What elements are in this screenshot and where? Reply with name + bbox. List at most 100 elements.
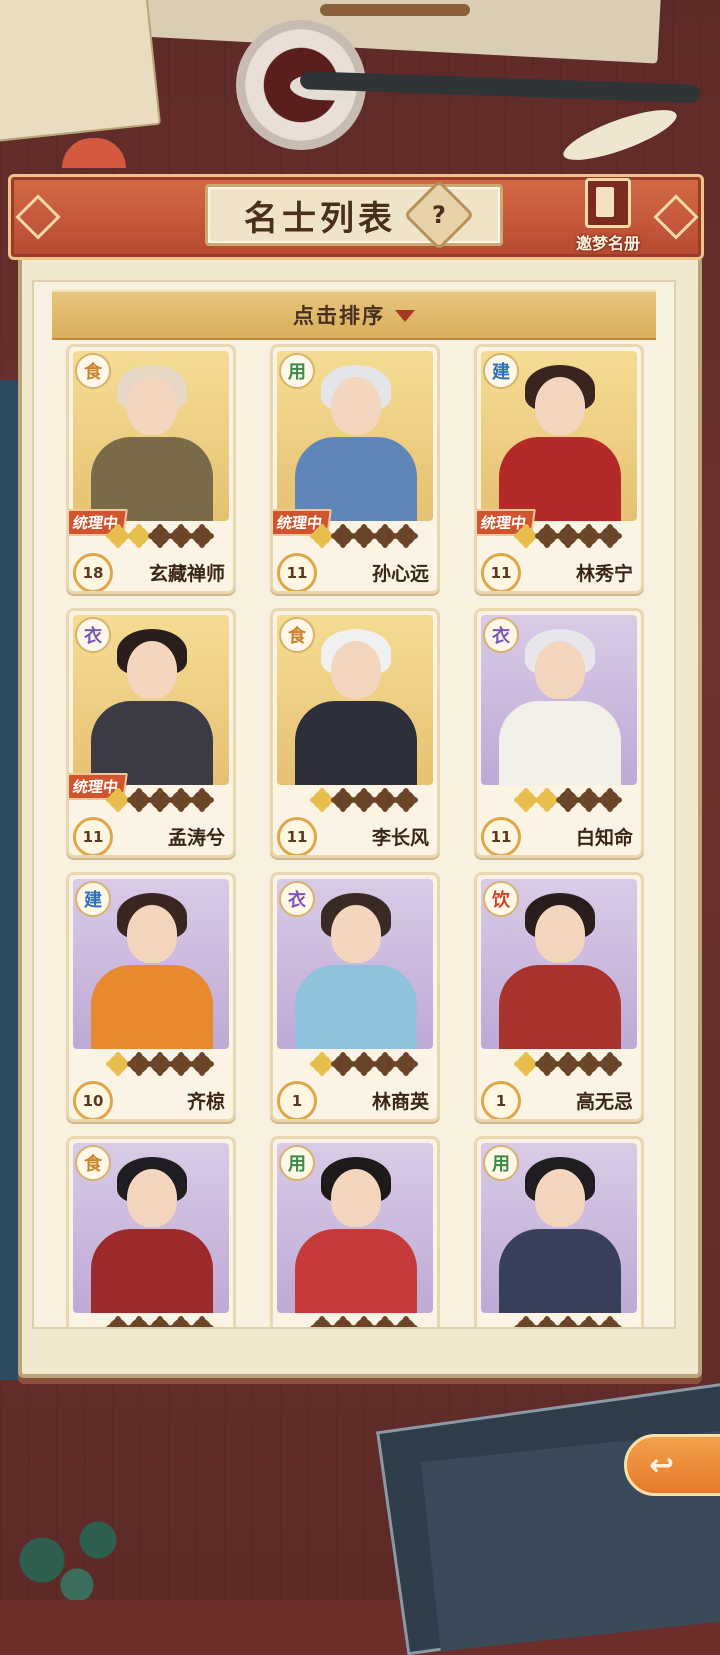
category-badge: 建 [483, 353, 519, 389]
scholar-card[interactable]: 建统理中 11 林秀宁 [474, 344, 644, 594]
scholar-card[interactable]: 用 [474, 1136, 644, 1327]
portrait-face [535, 905, 585, 963]
star-empty-icon [127, 1052, 151, 1076]
scholar-name: 孙心远 [371, 563, 429, 585]
portrait-face [127, 377, 177, 435]
scholar-card[interactable]: 食 11 李长风 [270, 608, 440, 858]
category-badge: 衣 [75, 617, 111, 653]
category-badge: 食 [279, 617, 315, 653]
star-rating [106, 1052, 214, 1076]
scholar-card[interactable]: 用统理中 11 孙心远 [270, 344, 440, 594]
star-empty-icon [169, 1316, 193, 1327]
star-empty-icon [106, 1316, 130, 1327]
back-button[interactable]: ↩ [624, 1434, 720, 1496]
star-empty-icon [352, 788, 376, 812]
star-empty-icon [577, 1316, 601, 1327]
scholar-card[interactable]: 饮 1 高无忌 [474, 872, 644, 1122]
scholar-name: 高无忌 [575, 1091, 633, 1113]
star-empty-icon [535, 1316, 559, 1327]
category-badge: 食 [75, 1145, 111, 1181]
portrait-robe [499, 965, 621, 1049]
portrait-face [127, 1169, 177, 1227]
sort-label: 点击排序 [293, 304, 385, 328]
star-empty-icon [190, 524, 214, 548]
category-badge: 用 [279, 353, 315, 389]
star-filled-icon [127, 524, 151, 548]
star-empty-icon [331, 788, 355, 812]
portrait-face [331, 641, 381, 699]
star-filled-icon [106, 524, 130, 548]
level-badge: 11 [277, 553, 317, 591]
caret-down-icon [395, 310, 415, 322]
scholar-card[interactable]: 衣 1 林商英 [270, 872, 440, 1122]
decor-brush-small [320, 4, 470, 16]
star-empty-icon [169, 788, 193, 812]
star-filled-icon [106, 1052, 130, 1076]
sort-button[interactable]: 点击排序 [52, 290, 656, 340]
scholar-card[interactable]: 衣 11 白知命 [474, 608, 644, 858]
dream-roster-button[interactable]: 邀梦名册 [572, 178, 644, 253]
category-badge: 衣 [279, 881, 315, 917]
star-empty-icon [598, 1052, 622, 1076]
scholar-card[interactable]: 用 [270, 1136, 440, 1327]
star-filled-icon [514, 524, 538, 548]
scholar-card[interactable]: 衣统理中 11 孟涛兮 [66, 608, 236, 858]
star-empty-icon [352, 524, 376, 548]
scholar-name: 玄藏禅师 [148, 563, 225, 585]
star-empty-icon [598, 1316, 622, 1327]
question-icon: ? [432, 200, 446, 229]
portrait-face [535, 641, 585, 699]
decor-book [0, 0, 162, 143]
star-empty-icon [598, 524, 622, 548]
star-empty-icon [598, 788, 622, 812]
star-empty-icon [394, 788, 418, 812]
star-empty-icon [556, 1316, 580, 1327]
star-filled-icon [514, 788, 538, 812]
portrait-robe [295, 1229, 417, 1313]
star-empty-icon [577, 788, 601, 812]
card-grid-area[interactable]: 食统理中 18 玄藏禅师用统理中 11 孙心远建统理中 11 林秀宁衣统理中 11 孟涛兮食 11… [32, 280, 676, 1329]
star-empty-icon [190, 1316, 214, 1327]
star-rating [310, 1052, 418, 1076]
star-empty-icon [331, 1052, 355, 1076]
star-empty-icon [556, 788, 580, 812]
star-empty-icon [169, 1052, 193, 1076]
decor-leaves [0, 1500, 140, 1600]
star-rating [310, 788, 418, 812]
category-badge: 用 [279, 1145, 315, 1181]
portrait-face [127, 641, 177, 699]
title-plate: 名士列表 ? [205, 179, 503, 251]
scholar-card[interactable]: 食统理中 18 玄藏禅师 [66, 344, 236, 594]
star-empty-icon [148, 788, 172, 812]
portrait-face [535, 1169, 585, 1227]
star-filled-icon [310, 524, 334, 548]
star-empty-icon [331, 524, 355, 548]
star-empty-icon [148, 1052, 172, 1076]
category-badge: 食 [75, 353, 111, 389]
portrait-face [535, 377, 585, 435]
star-empty-icon [514, 1316, 538, 1327]
level-badge: 11 [481, 817, 521, 855]
category-badge: 衣 [483, 617, 519, 653]
star-empty-icon [556, 524, 580, 548]
star-rating [514, 788, 622, 812]
star-filled-icon [535, 788, 559, 812]
portrait-face [331, 905, 381, 963]
star-rating [106, 1316, 214, 1327]
portrait-face [331, 377, 381, 435]
portrait-face [127, 905, 177, 963]
star-empty-icon [169, 524, 193, 548]
help-button[interactable]: ? [403, 179, 475, 251]
star-empty-icon [373, 1316, 397, 1327]
star-filled-icon [310, 788, 334, 812]
star-rating [514, 524, 622, 548]
scholar-card[interactable]: 食 [66, 1136, 236, 1327]
scholar-card[interactable]: 建 10 齐椋 [66, 872, 236, 1122]
dream-roster-label: 邀梦名册 [575, 234, 640, 253]
scholar-name: 齐椋 [186, 1091, 225, 1113]
star-filled-icon [310, 1052, 334, 1076]
level-badge: 1 [481, 1081, 521, 1119]
portrait-robe [295, 701, 417, 785]
level-badge: 11 [481, 553, 521, 591]
page-title: 名士列表 [244, 198, 396, 239]
